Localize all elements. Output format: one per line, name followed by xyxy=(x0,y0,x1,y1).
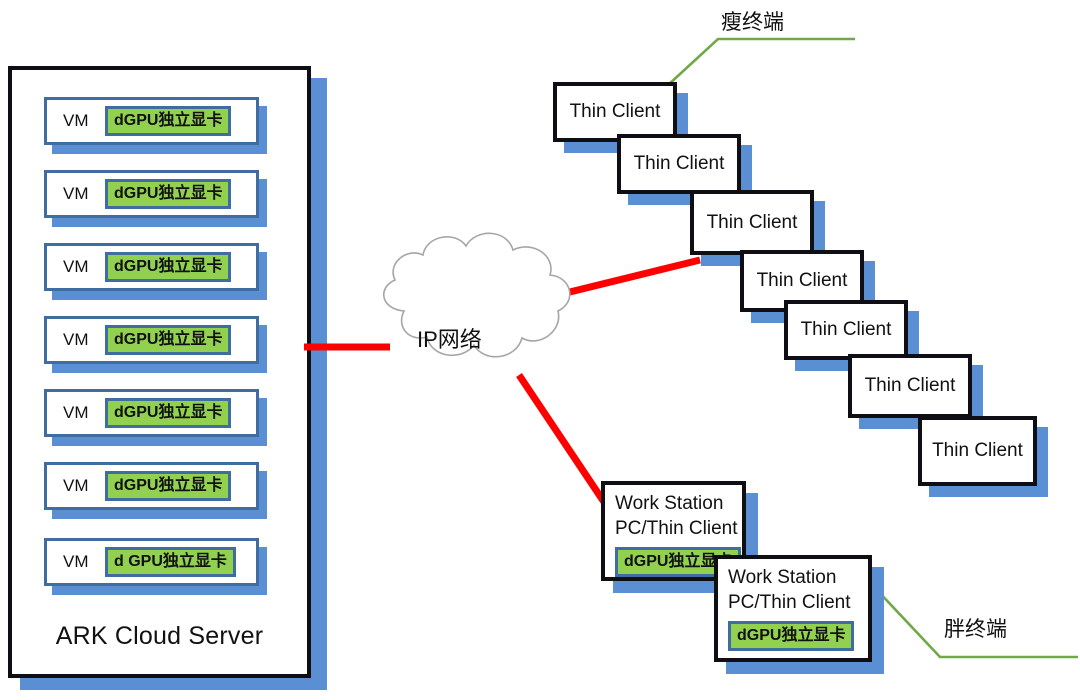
link-network-to-work-stations xyxy=(516,373,609,507)
vm-label: VM xyxy=(63,257,89,276)
gpu-chip: dGPU独立显卡 xyxy=(105,252,232,282)
vm-row[interactable]: VM dGPU独立显卡 xyxy=(44,170,267,227)
leader-fat-terminal xyxy=(854,566,1078,659)
vm-label: VM xyxy=(63,552,89,571)
vm-box[interactable]: VM dGPU独立显卡 xyxy=(44,170,259,218)
vm-label: VM xyxy=(63,184,89,203)
vm-row[interactable]: VM dGPU独立显卡 xyxy=(44,97,267,154)
vm-box[interactable]: VM dGPU独立显卡 xyxy=(44,462,259,510)
vm-box[interactable]: VM dGPU独立显卡 xyxy=(44,97,259,145)
gpu-chip: dGPU独立显卡 xyxy=(728,621,855,651)
thin-client-box[interactable]: Thin Client xyxy=(848,354,983,429)
vm-label: VM xyxy=(63,111,89,130)
annotation-fat-terminal: 胖终端 xyxy=(944,618,1007,641)
vm-box[interactable]: VM dGPU独立显卡 xyxy=(44,243,259,291)
work-station-line-2: PC/Thin Client xyxy=(728,592,851,614)
gpu-chip: dGPU独立显卡 xyxy=(105,179,232,209)
vm-row[interactable]: VM dGPU独立显卡 xyxy=(44,389,267,446)
gpu-chip: dGPU独立显卡 xyxy=(105,471,232,501)
vm-label: VM xyxy=(63,403,89,422)
thin-client-box[interactable]: Thin Client xyxy=(617,134,752,205)
vm-row[interactable]: VM dGPU独立显卡 xyxy=(44,316,267,373)
thin-client-label: Thin Client xyxy=(756,270,848,291)
link-network-to-thin-clients xyxy=(524,256,701,307)
thin-client-frame[interactable]: Thin Client xyxy=(784,300,908,360)
diagram-canvas: VM dGPU独立显卡 VM dGPU独立显卡 VM dGPU独立显卡 VM d… xyxy=(0,0,1080,700)
work-station-line-1: Work Station xyxy=(615,493,724,514)
thin-client-frame[interactable]: Thin Client xyxy=(848,354,972,418)
gpu-chip: d GPU独立显卡 xyxy=(105,547,236,577)
thin-client-label: Thin Client xyxy=(932,440,1023,461)
vm-row[interactable]: VM d GPU独立显卡 xyxy=(44,538,267,595)
thin-client-box[interactable]: Thin Client xyxy=(690,190,825,266)
thin-client-label: Thin Client xyxy=(569,101,661,122)
thin-client-box[interactable]: Thin Client xyxy=(918,416,1048,497)
ip-network-label: IP网络 xyxy=(417,327,482,352)
thin-client-label: Thin Client xyxy=(864,375,956,396)
gpu-chip: dGPU独立显卡 xyxy=(105,398,232,428)
gpu-chip: dGPU独立显卡 xyxy=(105,106,232,136)
thin-client-label: Thin Client xyxy=(800,319,892,340)
vm-box[interactable]: VM dGPU独立显卡 xyxy=(44,316,259,364)
work-station-line-2: PC/Thin Client xyxy=(615,518,738,540)
vm-label: VM xyxy=(63,476,89,495)
work-station-frame[interactable]: Work Station PC/Thin Client dGPU独立显卡 xyxy=(714,555,872,662)
vm-label: VM xyxy=(63,330,89,349)
thin-client-frame[interactable]: Thin Client xyxy=(690,190,814,255)
thin-client-frame[interactable]: Thin Client xyxy=(553,82,677,142)
thin-client-label: Thin Client xyxy=(633,153,725,174)
vm-row[interactable]: VM dGPU独立显卡 xyxy=(44,243,267,300)
vm-box[interactable]: VM d GPU独立显卡 xyxy=(44,538,259,586)
annotation-thin-terminal: 瘦终端 xyxy=(721,11,784,34)
work-station-line-1: Work Station xyxy=(728,567,837,588)
vm-box[interactable]: VM dGPU独立显卡 xyxy=(44,389,259,437)
thin-client-frame[interactable]: Thin Client xyxy=(617,134,741,194)
thin-client-label: Thin Client xyxy=(706,211,798,233)
server-label: ARK Cloud Server xyxy=(55,622,264,650)
thin-client-box[interactable]: Thin Client xyxy=(553,82,688,153)
work-station-box[interactable]: Work Station PC/Thin Client dGPU独立显卡 xyxy=(714,555,884,674)
thin-client-box[interactable]: Thin Client xyxy=(784,300,919,371)
gpu-chip: dGPU独立显卡 xyxy=(105,325,232,355)
thin-client-frame[interactable]: Thin Client xyxy=(918,416,1037,486)
vm-row[interactable]: VM dGPU独立显卡 xyxy=(44,462,267,519)
